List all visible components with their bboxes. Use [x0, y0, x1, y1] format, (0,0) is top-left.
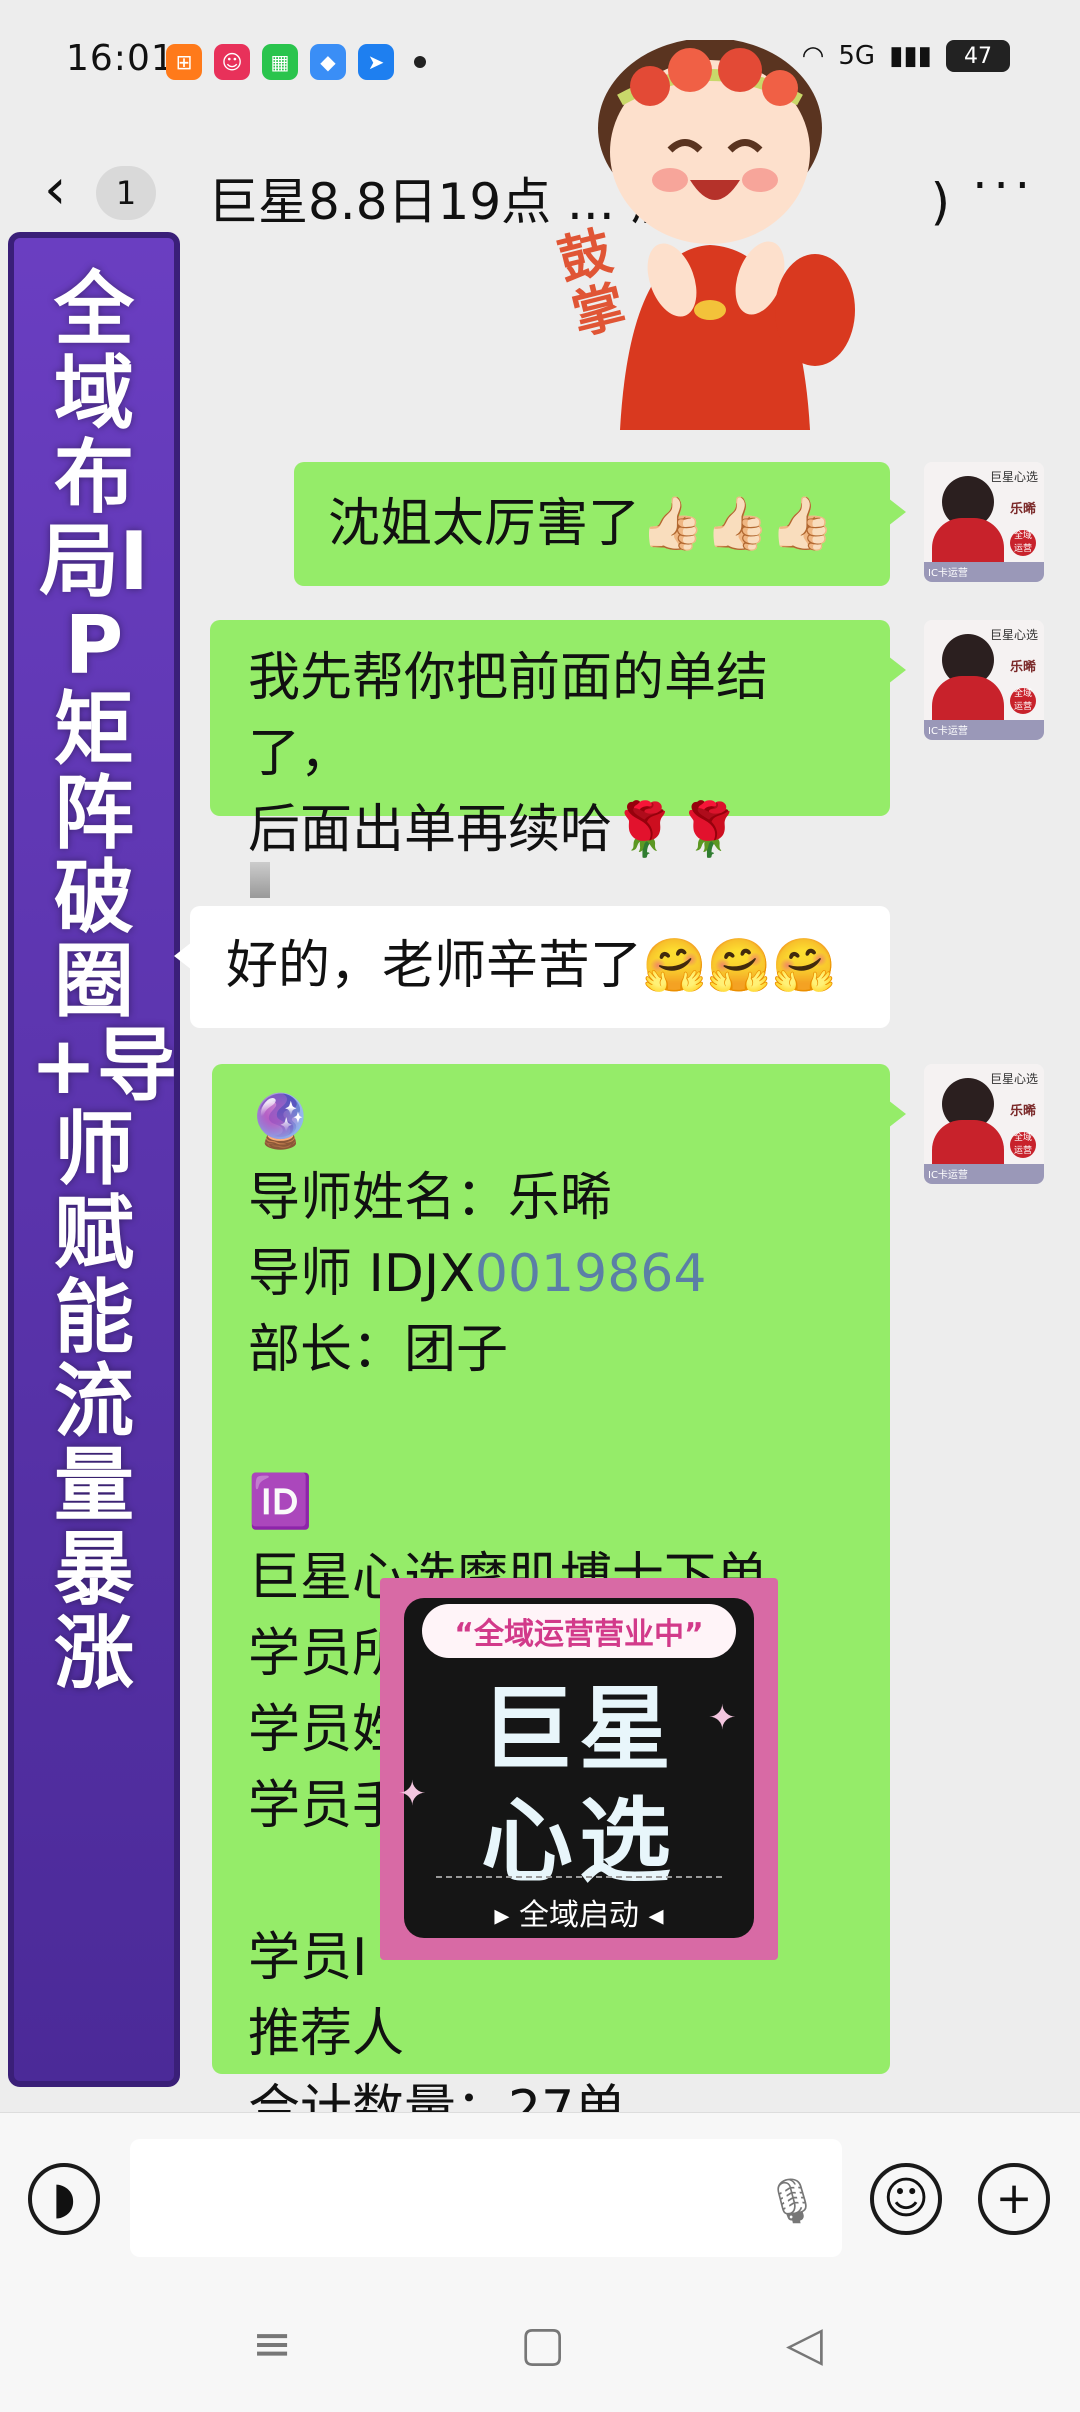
message-bubble[interactable]: 我先帮你把前面的单结了， 后面出单再续哈🌹🌹: [210, 620, 906, 860]
avatar[interactable]: 巨星心选 乐晞 全域运营 IC卡运营: [924, 620, 1044, 740]
message-input-bar: ◗ 🎙 ☺ +: [0, 2112, 1080, 2282]
microphone-icon[interactable]: 🎙: [764, 2175, 820, 2227]
message-text: 好的，老师辛苦了: [226, 936, 643, 996]
notification-icons: ⊞ ☺ ▦ ◆ ➤: [166, 44, 426, 80]
promo-title-line: 心选: [480, 1788, 677, 1895]
status-bar: 16:01 ⊞ ☺ ▦ ◆ ➤ ◠ 5G ▮▮▮ 47: [0, 0, 1080, 120]
more-notifications-icon: [414, 56, 426, 68]
avatar-strip: IC卡运营: [924, 1164, 1044, 1184]
id-emoji: 🆔: [248, 1472, 313, 1532]
avatar-strip: IC卡运营: [924, 562, 1044, 582]
message-bubble[interactable]: 沈姐太厉害了👍🏻👍🏻👍🏻: [294, 462, 906, 586]
promo-title-line: 巨星: [480, 1676, 677, 1783]
sparkle-icon: ✦: [708, 1698, 737, 1738]
promo-divider: [436, 1876, 722, 1878]
sparkle-icon: ✦: [398, 1774, 427, 1814]
avatar-strip: IC卡运营: [924, 720, 1044, 740]
system-nav-bar: ≡ ▢ ◁: [0, 2282, 1080, 2412]
avatar-stamp: 全域运营: [1010, 1132, 1036, 1158]
minister: 部长：团子: [248, 1320, 509, 1380]
home-icon[interactable]: ▢: [520, 2316, 565, 2372]
mentor-id-prefix: 导师 IDJX: [248, 1244, 475, 1304]
promo-card: “全域运营营业中” 巨星 心选 ✦ ✦ ▸ 全域启动 ◂: [380, 1578, 778, 1960]
app-notification-icon: ⊞: [166, 44, 202, 80]
app-notification-icon: ☺: [214, 44, 250, 80]
back-nav-icon[interactable]: ◁: [786, 2316, 823, 2372]
avatar-tag: IC卡运营: [928, 568, 968, 579]
message-line: 我先帮你把前面的单结了，: [248, 648, 769, 784]
crystal-ball-emoji: 🔮: [248, 1092, 313, 1152]
voice-input-icon[interactable]: ◗: [28, 2163, 100, 2235]
side-banner: 全域布局IP矩阵破圈+导师赋能流量暴涨: [8, 232, 180, 2087]
message-line: 后面出单再续哈: [248, 800, 613, 860]
message-bubble[interactable]: 好的，老师辛苦了🤗🤗🤗: [174, 906, 890, 1028]
rose-emoji: 🌹🌹: [612, 800, 742, 860]
avatar-brand: 巨星心选: [989, 1072, 1038, 1086]
mentor-name: 导师姓名：乐晞: [248, 1168, 613, 1228]
battery-icon: 47: [946, 40, 1010, 72]
avatar-name: 乐晞: [1009, 1104, 1036, 1119]
promo-subtitle: ▸ 全域启动 ◂: [494, 1898, 664, 1933]
back-icon[interactable]: ‹: [44, 162, 66, 218]
avatar-stamp: 全域运营: [1010, 688, 1036, 714]
promo-title: 巨星 心选: [404, 1674, 754, 1898]
sender-name-blurred: [250, 862, 270, 898]
avatar-tag: IC卡运营: [928, 1170, 968, 1181]
add-icon[interactable]: +: [978, 2163, 1050, 2235]
app-notification-icon: ➤: [358, 44, 394, 80]
message-text: 沈姐太厉害了: [328, 494, 641, 554]
mentor-id: 导师 IDJX0019864: [248, 1236, 854, 1312]
message-input[interactable]: [130, 2139, 842, 2257]
unread-count-badge[interactable]: 1: [96, 166, 156, 220]
app-notification-icon: ▦: [262, 44, 298, 80]
promo-subtitle-text: 全域启动: [519, 1898, 639, 1933]
message-line-with-emoji: 后面出单再续哈🌹🌹: [248, 792, 852, 868]
avatar-brand: 巨星心选: [989, 470, 1038, 484]
mentor-id-number[interactable]: 0019864: [475, 1244, 707, 1304]
emoji-icon[interactable]: ☺: [870, 2163, 942, 2235]
student-row: 推荐人: [248, 2004, 405, 2064]
thumbs-up-emoji: 👍🏻👍🏻👍🏻: [640, 494, 835, 554]
avatar[interactable]: 巨星心选 乐晞 全域运营 IC卡运营: [924, 462, 1044, 582]
more-options-icon[interactable]: ···: [972, 158, 1036, 214]
promo-tagline: “全域运营营业中”: [422, 1604, 736, 1658]
hug-emoji: 🤗🤗🤗: [642, 936, 837, 996]
avatar-name: 乐晞: [1009, 660, 1036, 675]
avatar[interactable]: 巨星心选 乐晞 全域运营 IC卡运营: [924, 1064, 1044, 1184]
side-banner-text: 全域布局IP矩阵破圈+导师赋能流量暴涨: [30, 263, 178, 1700]
menu-icon[interactable]: ≡: [252, 2316, 292, 2372]
status-time: 16:01: [66, 38, 175, 79]
chat-title-suffix: ): [930, 173, 951, 231]
app-notification-icon: ◆: [310, 44, 346, 80]
avatar-stamp: 全域运营: [1010, 530, 1036, 556]
avatar-tag: IC卡运营: [928, 726, 968, 737]
avatar-name: 乐晞: [1009, 502, 1036, 517]
avatar-brand: 巨星心选: [989, 628, 1038, 642]
